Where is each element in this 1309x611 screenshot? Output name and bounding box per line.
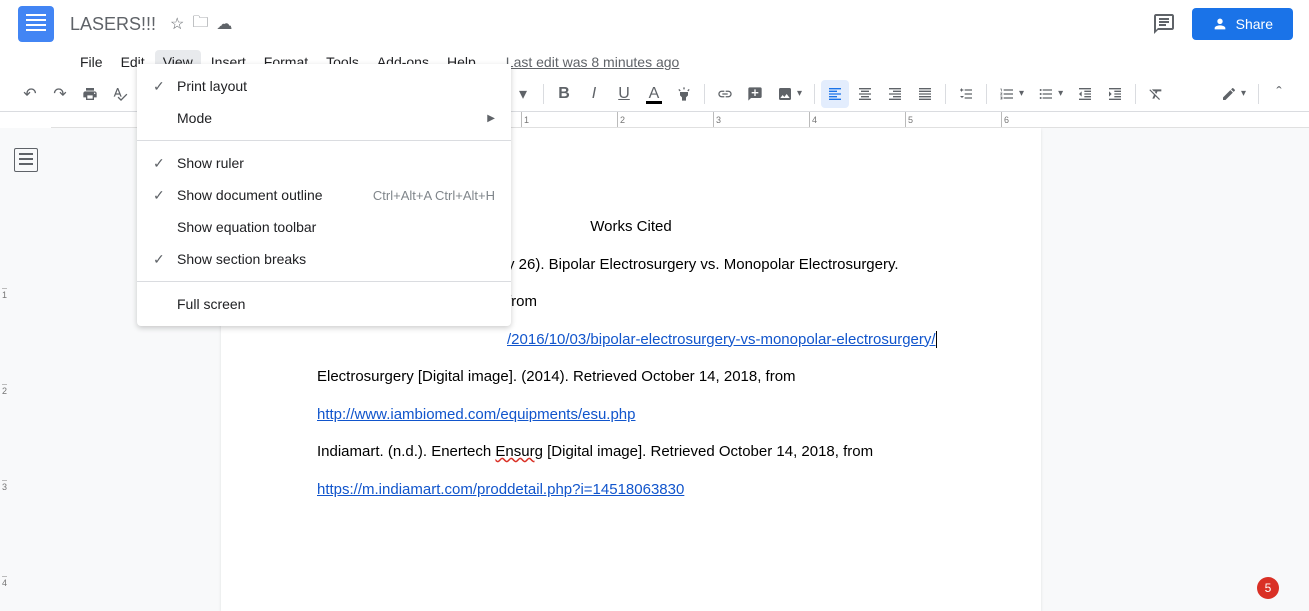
menu-full-screen[interactable]: Full screen <box>137 288 511 320</box>
menu-mode[interactable]: Mode ▶ <box>137 102 511 134</box>
citation-link[interactable]: http://www.iambiomed.com/equipments/esu.… <box>317 406 636 423</box>
citation-link[interactable]: /2016/10/03/bipolar-electrosurgery-vs-mo… <box>507 331 936 348</box>
insert-link-button[interactable] <box>711 80 739 108</box>
collapse-toolbar-button[interactable]: ˆ <box>1265 80 1293 108</box>
citation-text: Indiamart. (n.d.). Enertech <box>317 443 495 460</box>
spellcheck-button[interactable] <box>106 80 134 108</box>
check-icon: ✓ <box>153 78 177 95</box>
numbered-list-button[interactable]: ▾ <box>993 80 1030 108</box>
print-button[interactable] <box>76 80 104 108</box>
menu-print-layout[interactable]: ✓ Print layout <box>137 70 511 102</box>
check-icon: ✓ <box>153 251 177 268</box>
menu-show-equation-toolbar[interactable]: Show equation toolbar <box>137 211 511 243</box>
spelling-error: Ensurg <box>495 443 543 460</box>
citation-text: Electrosurgery [Digital image]. (2014). … <box>317 358 945 396</box>
italic-button[interactable]: I <box>580 80 608 108</box>
bold-button[interactable]: B <box>550 80 578 108</box>
separator <box>137 140 511 141</box>
menu-show-ruler[interactable]: ✓ Show ruler <box>137 147 511 179</box>
clear-formatting-button[interactable] <box>1142 80 1170 108</box>
menu-show-outline[interactable]: ✓ Show document outline Ctrl+Alt+A Ctrl+… <box>137 179 511 211</box>
move-icon[interactable]: 🗀 <box>192 11 208 38</box>
decrease-indent-button[interactable] <box>1071 80 1099 108</box>
menu-file[interactable]: File <box>72 50 111 74</box>
underline-button[interactable]: U <box>610 80 638 108</box>
separator <box>137 281 511 282</box>
undo-button[interactable]: ↶ <box>16 80 44 108</box>
insert-comment-button[interactable] <box>741 80 769 108</box>
cloud-status-icon: ☁ <box>216 14 232 34</box>
share-label: Share <box>1236 16 1273 32</box>
align-justify-button[interactable] <box>911 80 939 108</box>
align-center-button[interactable] <box>851 80 879 108</box>
chevron-right-icon: ▶ <box>487 113 495 124</box>
align-left-button[interactable] <box>821 80 849 108</box>
bulleted-list-button[interactable]: ▾ <box>1032 80 1069 108</box>
text-cursor <box>936 331 937 348</box>
line-spacing-button[interactable] <box>952 80 980 108</box>
docs-logo[interactable] <box>16 4 56 44</box>
redo-button[interactable]: ↷ <box>46 80 74 108</box>
vertical-ruler[interactable]: 1 2 3 4 <box>2 128 14 611</box>
explore-badge[interactable]: 5 <box>1257 577 1279 599</box>
align-right-button[interactable] <box>881 80 909 108</box>
star-icon[interactable]: ☆ <box>170 14 184 34</box>
last-edit-link[interactable]: Last edit was 8 minutes ago <box>506 54 680 70</box>
outline-toggle-icon[interactable] <box>14 148 38 172</box>
increase-indent-button[interactable] <box>1101 80 1129 108</box>
check-icon: ✓ <box>153 187 177 204</box>
menu-show-section-breaks[interactable]: ✓ Show section breaks <box>137 243 511 275</box>
font-size-dropdown[interactable]: ▾ <box>509 80 537 108</box>
citation-link[interactable]: https://m.indiamart.com/proddetail.php?i… <box>317 481 684 498</box>
citation-text: [Digital image]. Retrieved October 14, 2… <box>543 443 873 460</box>
check-icon: ✓ <box>153 155 177 172</box>
highlight-button[interactable] <box>670 80 698 108</box>
person-icon <box>1212 16 1228 32</box>
comments-icon[interactable] <box>1152 12 1176 36</box>
editing-mode-button[interactable]: ▾ <box>1215 80 1252 108</box>
text-color-button[interactable]: A <box>640 80 668 108</box>
view-dropdown-menu: ✓ Print layout Mode ▶ ✓ Show ruler ✓ Sho… <box>137 64 511 326</box>
insert-image-button[interactable]: ▾ <box>771 80 808 108</box>
document-title[interactable]: LASERS!!! <box>64 12 162 37</box>
share-button[interactable]: Share <box>1192 8 1293 40</box>
